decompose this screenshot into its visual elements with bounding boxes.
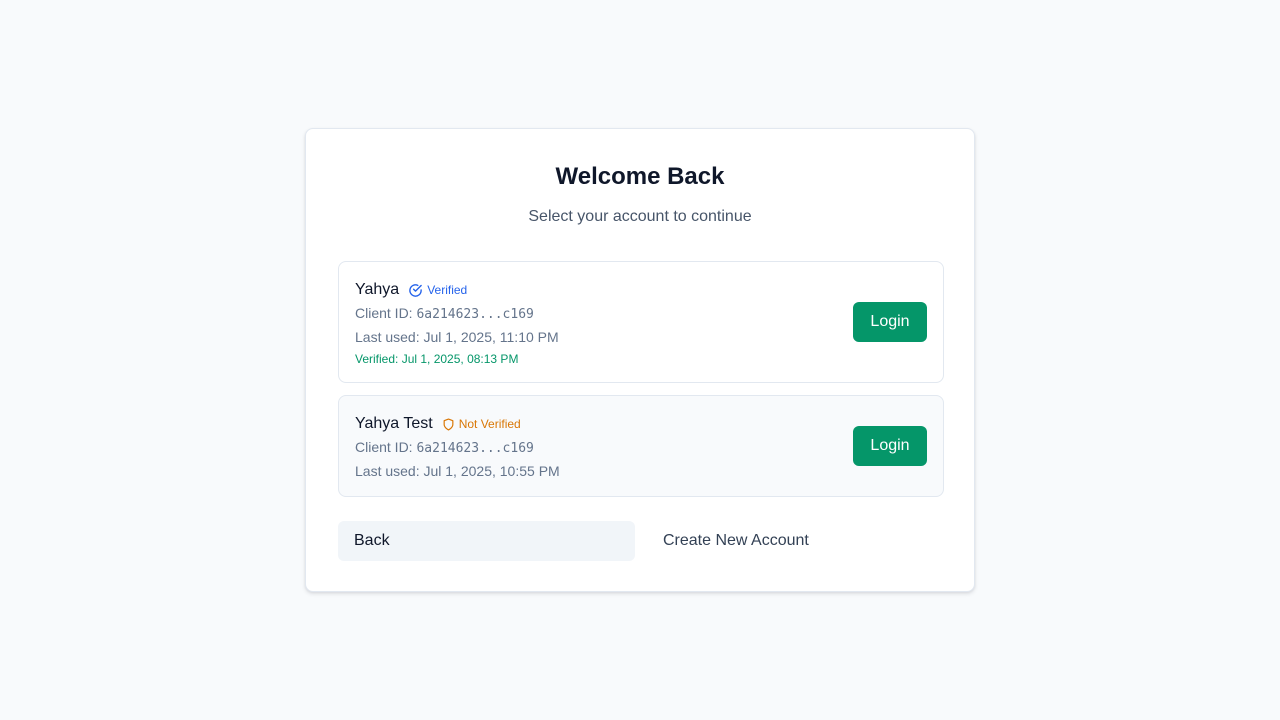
verified-badge-label: Verified: [427, 283, 468, 297]
last-used-line: Last used: Jul 1, 2025, 10:55 PM: [355, 463, 560, 479]
check-circle-icon: [409, 283, 422, 297]
shield-icon: [443, 417, 454, 431]
login-button-yahya-test[interactable]: Login: [853, 426, 927, 466]
create-account-button[interactable]: Create New Account: [647, 521, 944, 561]
back-button[interactable]: Back: [338, 521, 635, 561]
page-title: Welcome Back: [555, 163, 725, 190]
client-id-value: 6a214623...c169: [416, 307, 534, 322]
not-verified-badge-label: Not Verified: [458, 417, 521, 431]
account-select-card: Welcome Back Select your account to cont…: [305, 128, 975, 592]
page-subtitle: Select your account to continue: [528, 208, 752, 225]
login-button-yahya[interactable]: Login: [853, 302, 927, 342]
account-card-yahya-test: Yahya Test Not Verified Client ID: 6a214…: [338, 395, 944, 497]
client-id-value: 6a214623...c169: [416, 441, 534, 456]
account-name: Yahya: [355, 281, 400, 298]
verified-badge: Verified: [408, 283, 467, 298]
verified-date-line: Verified: Jul 1, 2025, 08:13 PM: [355, 352, 519, 366]
client-id-label: Client ID:: [355, 305, 417, 321]
client-id-line: Client ID: 6a214623...c169: [355, 304, 534, 324]
account-card-yahya: Yahya Verified Client ID: 6a214623...c16…: [338, 261, 944, 383]
last-used-line: Last used: Jul 1, 2025, 11:10 PM: [355, 329, 559, 345]
not-verified-badge: Not Verified: [442, 417, 521, 431]
account-name: Yahya Test: [355, 415, 433, 432]
account-name-row: Yahya Verified: [355, 280, 467, 300]
client-id-line: Client ID: 6a214623...c169: [355, 438, 534, 458]
client-id-label: Client ID:: [355, 439, 417, 455]
account-name-row: Yahya Test Not Verified: [355, 414, 521, 434]
